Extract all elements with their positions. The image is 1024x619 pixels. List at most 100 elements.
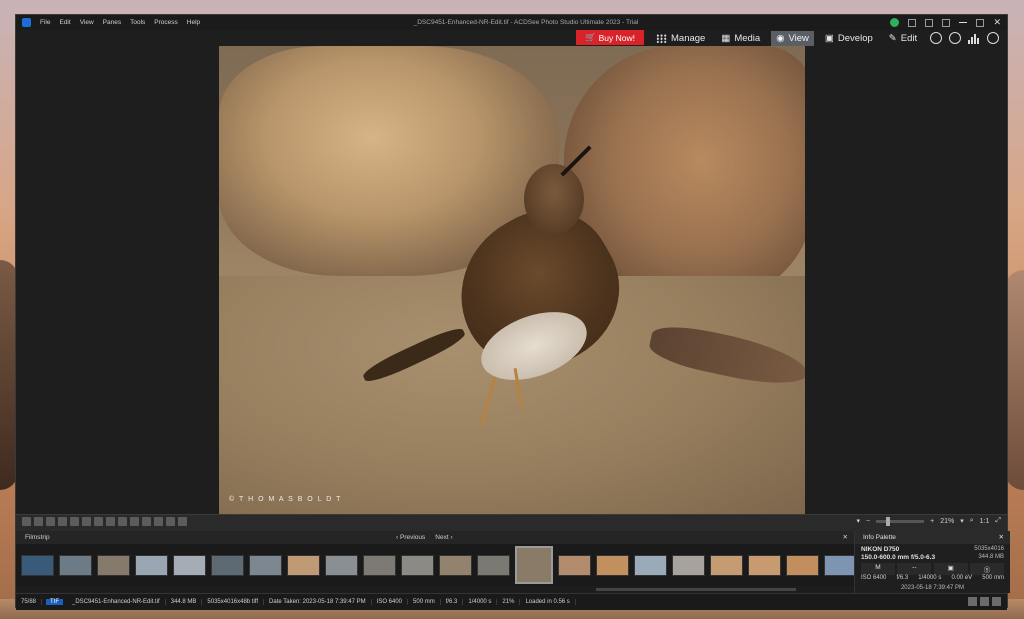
- shutter-value: 1/4000 s: [918, 575, 942, 581]
- image-viewer[interactable]: © T H O M A S B O L D T: [16, 46, 1007, 514]
- photo-credit: © T H O M A S B O L D T: [229, 496, 342, 503]
- mode-value: M: [861, 563, 895, 575]
- menu-file[interactable]: File: [40, 19, 50, 26]
- status-dims: 5035x4016x48b tiff: [202, 599, 265, 605]
- filmstrip-thumbnail[interactable]: [515, 546, 553, 584]
- magnifier-icon[interactable]: ⌕: [970, 517, 974, 525]
- mode-media[interactable]: ▦ Media: [716, 31, 765, 46]
- rotate-left-icon[interactable]: [34, 517, 43, 526]
- adjust-icon[interactable]: [142, 517, 151, 526]
- image-dimensions: 5035x4016: [974, 546, 1004, 552]
- histogram-icon[interactable]: [968, 33, 980, 44]
- menu-tools[interactable]: Tools: [130, 19, 145, 26]
- compare-icon[interactable]: [130, 517, 139, 526]
- app-window: File Edit View Panes Tools Process Help …: [15, 14, 1010, 610]
- status-icon-1[interactable]: [968, 597, 977, 606]
- ratio-1-1[interactable]: 1:1: [980, 518, 990, 525]
- close-button[interactable]: ✕: [993, 18, 1001, 27]
- status-filetype-badge: TIF: [46, 599, 64, 605]
- scrollbar-thumb[interactable]: [596, 588, 796, 591]
- mode-develop[interactable]: ▣ Develop: [820, 31, 878, 46]
- next-button[interactable]: Next ›: [435, 531, 452, 544]
- menu-view[interactable]: View: [80, 19, 94, 26]
- fullscreen-icon[interactable]: ⤢: [995, 517, 1001, 525]
- rotate-right-icon[interactable]: [46, 517, 55, 526]
- crop-icon[interactable]: [58, 517, 67, 526]
- filmstrip-thumbnail[interactable]: [325, 554, 358, 576]
- menu-help[interactable]: Help: [187, 19, 200, 26]
- filmstrip-thumbnail[interactable]: [173, 554, 206, 576]
- filmstrip-thumbnail[interactable]: [710, 554, 743, 576]
- zoom-dropdown-icon[interactable]: ▾: [857, 517, 861, 525]
- histogram-tool-icon[interactable]: [154, 517, 163, 526]
- develop-icon: ▣: [824, 32, 834, 44]
- zoom-menu-icon[interactable]: ▾: [960, 517, 964, 525]
- dashboard-icon[interactable]: [930, 32, 942, 44]
- filmstrip-thumbnail[interactable]: [824, 554, 854, 576]
- filmstrip-thumbnail[interactable]: [211, 554, 244, 576]
- save-icon[interactable]: [22, 517, 31, 526]
- filmstrip-thumbnail[interactable]: [363, 554, 396, 576]
- mode-edit[interactable]: ✎ Edit: [884, 31, 922, 46]
- iso-value: ISO 6400: [861, 575, 887, 581]
- zoom-slider[interactable]: [876, 516, 925, 526]
- edit-icon: ✎: [888, 32, 897, 44]
- filmstrip-thumbnail[interactable]: [634, 554, 667, 576]
- maximize-button[interactable]: [976, 18, 985, 27]
- menu-edit[interactable]: Edit: [59, 19, 70, 26]
- sidebar-toggle-icon[interactable]: [942, 18, 951, 27]
- status-bar: 75/88 TIF _DSC9451-Enhanced-NR-Edit.tif …: [16, 593, 1007, 610]
- zoom-tool-icon[interactable]: [94, 517, 103, 526]
- fit-icon[interactable]: [106, 517, 115, 526]
- filmstrip-thumbnail[interactable]: [786, 554, 819, 576]
- filmstrip-thumbnail[interactable]: [21, 554, 54, 576]
- filmstrip-scrollbar[interactable]: [16, 586, 854, 593]
- filmstrip-thumbnail[interactable]: [477, 554, 510, 576]
- user-account-icon[interactable]: [890, 18, 900, 27]
- info-palette-header: Info Palette ✕: [855, 531, 1010, 544]
- mode-view[interactable]: ◉ View: [771, 30, 814, 46]
- mode-tabs: Manage ▦ Media ◉ View ▣ Develop ✎ Edit: [651, 30, 922, 46]
- window-controls: ✕: [890, 15, 1001, 30]
- hand-icon[interactable]: [70, 517, 79, 526]
- status-icon-2[interactable]: [980, 597, 989, 606]
- menu-process[interactable]: Process: [154, 19, 177, 26]
- filmstrip-thumbnail[interactable]: [287, 554, 320, 576]
- buy-now-button[interactable]: 🛒 Buy Now!: [576, 30, 644, 45]
- filmstrip-thumbnail[interactable]: [59, 554, 92, 576]
- menu-panes[interactable]: Panes: [103, 19, 121, 26]
- filmstrip-thumbnail[interactable]: [558, 554, 591, 576]
- layout-toggle-icon[interactable]: [908, 18, 917, 27]
- filmstrip-thumbnail[interactable]: [249, 554, 282, 576]
- minimize-button[interactable]: [959, 22, 968, 23]
- ai-icon[interactable]: [949, 32, 961, 44]
- filmstrip-thumbnail[interactable]: [748, 554, 781, 576]
- filmstrip-close-icon[interactable]: ✕: [843, 531, 848, 544]
- previous-label: Previous: [399, 534, 426, 541]
- camera-model: NIKON D750: [861, 546, 900, 553]
- next-label: Next: [435, 534, 449, 541]
- mode-manage[interactable]: Manage: [651, 31, 710, 46]
- panel-toggle-icon[interactable]: [925, 18, 934, 27]
- zoom-out-icon[interactable]: −: [866, 518, 870, 525]
- zoom-in-icon[interactable]: +: [930, 518, 934, 525]
- cart-icon: 🛒: [585, 32, 596, 42]
- filter-icon[interactable]: [118, 517, 127, 526]
- status-counter: 75/88: [16, 599, 43, 605]
- zoom-value[interactable]: 21%: [940, 518, 954, 525]
- filmstrip-thumbnail[interactable]: [596, 554, 629, 576]
- filmstrip-thumbnail[interactable]: [97, 554, 130, 576]
- status-check-icon[interactable]: [992, 597, 1001, 606]
- mode-manage-label: Manage: [671, 32, 706, 44]
- filmstrip-thumbnail[interactable]: [672, 554, 705, 576]
- filmstrip-thumbnail[interactable]: [439, 554, 472, 576]
- select-icon[interactable]: [82, 517, 91, 526]
- filmstrip-thumbnail[interactable]: [135, 554, 168, 576]
- previous-button[interactable]: ‹ Previous: [396, 531, 425, 544]
- slideshow-icon[interactable]: [178, 517, 187, 526]
- photo-sandpiper[interactable]: © T H O M A S B O L D T: [219, 46, 805, 514]
- sync-icon[interactable]: [987, 32, 999, 44]
- filmstrip-thumbnail[interactable]: [401, 554, 434, 576]
- info-palette-close-icon[interactable]: ✕: [999, 531, 1004, 544]
- play-icon[interactable]: [166, 517, 175, 526]
